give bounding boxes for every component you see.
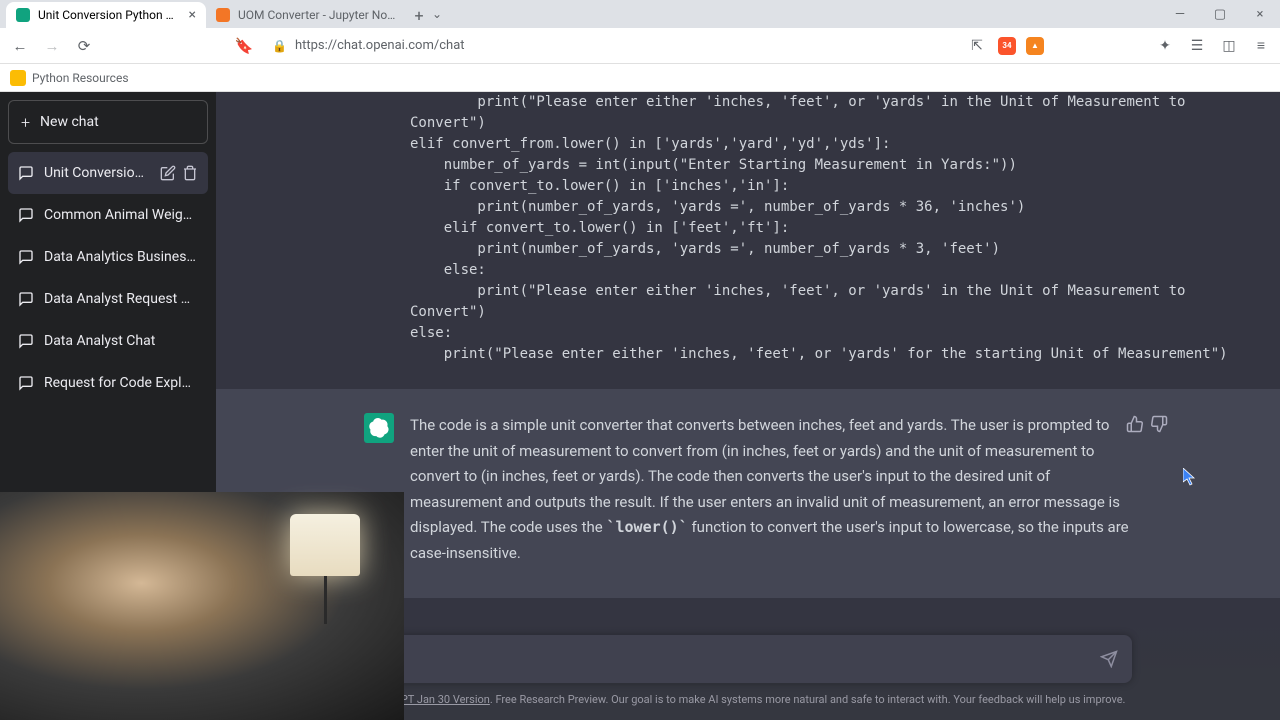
chat-icon — [18, 249, 34, 265]
address-bar[interactable]: 🔒 https://chat.openai.com/chat — [264, 32, 958, 60]
message-actions — [1126, 415, 1168, 433]
sidebar-conversation[interactable]: Request for Code Explanation — [8, 362, 208, 404]
browser-tabs: Unit Conversion Python Code × UOM Conver… — [0, 0, 432, 28]
bookmark-icon[interactable]: 🔖 — [232, 34, 256, 58]
chat-input-field[interactable] — [378, 650, 1100, 668]
jupyter-favicon — [216, 8, 230, 22]
chat-icon — [18, 291, 34, 307]
reading-list-icon[interactable]: ☰ — [1186, 35, 1208, 57]
conversation-title: Unit Conversion Python — [44, 165, 150, 181]
minimize-button[interactable]: — — [1160, 0, 1200, 28]
footer-text: ChatGPT Jan 30 Version. Free Research Pr… — [364, 693, 1132, 712]
chat-icon — [18, 375, 34, 391]
menu-icon[interactable]: ≡ — [1250, 35, 1272, 57]
reload-button[interactable]: ⟳ — [72, 34, 96, 58]
conversation-title: Request for Code Explanation — [44, 375, 198, 391]
thumbs-down-icon[interactable] — [1150, 415, 1168, 433]
conversation-title: Data Analytics Business Featur — [44, 249, 198, 265]
lock-icon: 🔒 — [272, 39, 287, 53]
assistant-avatar — [364, 413, 394, 443]
tab-close-icon[interactable]: × — [189, 7, 196, 23]
close-window-button[interactable]: × — [1240, 0, 1280, 28]
plus-icon: + — [21, 113, 30, 132]
sidepanel-icon[interactable]: ◫ — [1218, 35, 1240, 57]
brave-rewards-icon[interactable]: ▲ — [1026, 37, 1044, 55]
new-chat-label: New chat — [40, 114, 99, 130]
sidebar-conversation[interactable]: Data Analyst Request No Data — [8, 278, 208, 320]
delete-icon[interactable] — [182, 165, 198, 181]
window-controls: — ▢ × — [1160, 0, 1280, 28]
bookmark-folder-icon — [10, 70, 26, 86]
browser-toolbar: ← → ⟳ 🔖 🔒 https://chat.openai.com/chat ⇱… — [0, 28, 1280, 64]
share-icon[interactable]: ⇱ — [966, 35, 988, 57]
extensions-icon[interactable]: ✦ — [1154, 35, 1176, 57]
user-message: print("Please enter either 'inches, 'fee… — [216, 92, 1280, 389]
tab-title: Unit Conversion Python Code — [38, 8, 181, 22]
conversation-title: Data Analyst Request No Data — [44, 291, 198, 307]
user-code-block: print("Please enter either 'inches, 'fee… — [410, 92, 1228, 365]
assistant-text: The code is a simple unit converter that… — [410, 413, 1132, 566]
tab-title: UOM Converter - Jupyter Notebook — [238, 8, 396, 22]
video-overlay — [0, 492, 404, 720]
brave-shields-icon[interactable]: 34 — [998, 37, 1016, 55]
url-text: https://chat.openai.com/chat — [295, 38, 465, 53]
chat-icon — [18, 333, 34, 349]
conversation-title: Data Analyst Chat — [44, 333, 198, 349]
conversation-actions — [160, 165, 198, 181]
sidebar-conversation[interactable]: Common Animal Weights List — [8, 194, 208, 236]
browser-tab-active[interactable]: Unit Conversion Python Code × — [6, 2, 206, 28]
bookmarks-bar: Python Resources — [0, 64, 1280, 92]
conversation-title: Common Animal Weights List — [44, 207, 198, 223]
new-tab-button[interactable]: + — [406, 2, 432, 28]
thumbs-up-icon[interactable] — [1126, 415, 1144, 433]
sidebar-conversation-active[interactable]: Unit Conversion Python — [8, 152, 208, 194]
back-button[interactable]: ← — [8, 34, 32, 58]
chat-input-box[interactable] — [364, 635, 1132, 683]
sidebar-conversation[interactable]: Data Analytics Business Featur — [8, 236, 208, 278]
chat-icon — [18, 165, 34, 181]
browser-tab-inactive[interactable]: UOM Converter - Jupyter Notebook — [206, 2, 406, 28]
chatgpt-favicon — [16, 8, 30, 22]
forward-button[interactable]: → — [40, 34, 64, 58]
send-icon[interactable] — [1100, 650, 1118, 668]
inline-code: `lower()` — [606, 518, 687, 536]
bookmark-item[interactable]: Python Resources — [32, 71, 129, 85]
window-titlebar: Unit Conversion Python Code × UOM Conver… — [0, 0, 1280, 28]
edit-icon[interactable] — [160, 165, 176, 181]
tabs-dropdown-icon[interactable]: ⌄ — [432, 7, 442, 21]
chat-icon — [18, 207, 34, 223]
maximize-button[interactable]: ▢ — [1200, 0, 1240, 28]
sidebar-conversation[interactable]: Data Analyst Chat — [8, 320, 208, 362]
toolbar-right: ⇱ 34 ▲ ✦ ☰ ◫ ≡ — [966, 35, 1272, 57]
new-chat-button[interactable]: + New chat — [8, 100, 208, 144]
lamp-decoration — [290, 514, 360, 624]
